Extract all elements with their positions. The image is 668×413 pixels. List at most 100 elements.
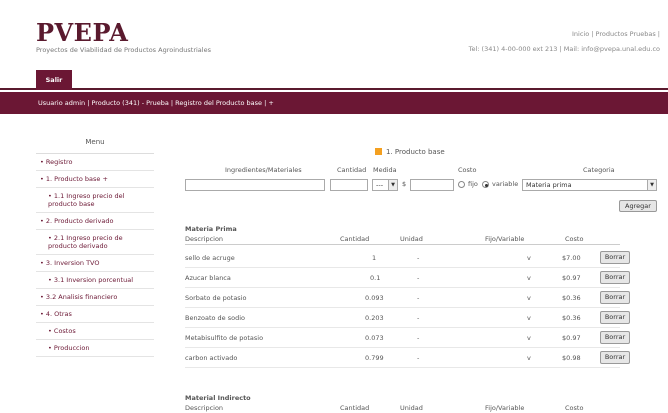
sidebar-item-inversion-porcentual[interactable]: • 3.1 Inversion porcentual xyxy=(36,272,154,289)
cell-unit: - xyxy=(417,294,420,302)
main-content: 1. Producto base Ingredientes/Materiales… xyxy=(185,140,668,413)
add-button[interactable]: Agregar xyxy=(619,200,657,212)
category-select[interactable]: Materia prima ▼ xyxy=(522,179,657,191)
sidebar-title: Menu xyxy=(36,130,154,154)
cell-unit: - xyxy=(417,334,420,342)
delete-button[interactable]: Borrar xyxy=(600,311,630,324)
cell-cost: $0.97 xyxy=(562,334,581,342)
col-cantidad: Cantidad xyxy=(340,235,370,243)
tab-bar: Salir xyxy=(0,70,668,90)
fixed-radio[interactable] xyxy=(458,181,465,188)
delete-button[interactable]: Borrar xyxy=(600,331,630,344)
indirect-materials-header: Descripcion Cantidad Unidad Fijo/Variabl… xyxy=(185,404,620,413)
table-row: Metabisulfito de potasio 0.073 - v $0.97… xyxy=(185,328,630,348)
cell-type: v xyxy=(527,294,531,302)
header-category: Categoria xyxy=(583,166,615,174)
quantity-input[interactable] xyxy=(330,179,368,191)
cell-desc: Sorbato de potasio xyxy=(185,294,247,302)
form-headers: Ingredientes/Materiales Cantidad Medida … xyxy=(185,166,668,176)
cost-input[interactable] xyxy=(410,179,454,191)
col-fijo-variable: Fijo/Variable xyxy=(485,404,525,412)
cell-cost: $0.36 xyxy=(562,314,581,322)
cell-cost: $0.98 xyxy=(562,354,581,362)
col-unidad: Unidad xyxy=(400,404,423,412)
cell-desc: Benzoato de sodio xyxy=(185,314,246,322)
sidebar-item-inversion-tvo[interactable]: • 3. Inversion TVO xyxy=(36,255,154,272)
cell-qty: 0.1 xyxy=(370,274,381,282)
chevron-down-icon: ▼ xyxy=(388,180,397,190)
sidebar-item-ingreso-precio-derivado[interactable]: • 2.1 Ingreso precio de producto derivad… xyxy=(36,230,154,255)
table-row: carbon activado 0.799 - v $0.98 Borrar xyxy=(185,348,630,368)
fixed-radio-label: fijo xyxy=(468,180,478,188)
header: PVEPA Proyectos de Viabilidad de Product… xyxy=(0,0,668,70)
delete-button[interactable]: Borrar xyxy=(600,271,630,284)
sidebar-item-otras[interactable]: • 4. Otras xyxy=(36,306,154,323)
cell-type: v xyxy=(527,334,531,342)
cell-desc: Azucar blanca xyxy=(185,274,231,282)
delete-button[interactable]: Borrar xyxy=(600,291,630,304)
cell-type: v xyxy=(527,354,531,362)
add-ingredient-form: --- ▼ $ fijo variable Materia prima ▼ xyxy=(185,179,668,193)
indirect-materials-title: Material Indirecto xyxy=(185,394,251,402)
sidebar-item-produccion[interactable]: • Produccion xyxy=(36,340,154,357)
cell-qty: 1 xyxy=(372,254,377,262)
header-ingredient: Ingredientes/Materiales xyxy=(225,166,302,174)
header-measure: Medida xyxy=(373,166,397,174)
col-descripcion: Descripcion xyxy=(185,404,224,412)
app-subtitle: Proyectos de Viabilidad de Productos Agr… xyxy=(36,46,211,54)
col-unidad: Unidad xyxy=(400,235,423,243)
cell-cost: $7.00 xyxy=(562,254,581,262)
category-select-value: Materia prima xyxy=(526,181,572,189)
section-title-text: 1. Producto base xyxy=(386,148,445,156)
chevron-down-icon: ▼ xyxy=(647,180,656,190)
cell-qty: 0.799 xyxy=(365,354,384,362)
cell-cost: $0.36 xyxy=(562,294,581,302)
col-descripcion: Descripcion xyxy=(185,235,224,243)
col-costo: Costo xyxy=(565,235,584,243)
cell-qty: 0.203 xyxy=(365,314,384,322)
contact-info: Tel: (341) 4-00-000 ext 213 | Mail: info… xyxy=(468,45,660,53)
sidebar-item-costos[interactable]: • Costos xyxy=(36,323,154,340)
breadcrumb[interactable]: Usuario admin | Producto (341) - Prueba … xyxy=(0,92,668,114)
table-row: sello de acruge 1 - v $7.00 Borrar xyxy=(185,248,630,268)
app-logo[interactable]: PVEPA xyxy=(36,18,128,47)
cell-cost: $0.97 xyxy=(562,274,581,282)
table-row: Azucar blanca 0.1 - v $0.97 Borrar xyxy=(185,268,630,288)
top-links[interactable]: Inicio | Productos Pruebas | xyxy=(572,30,660,38)
cell-unit: - xyxy=(417,274,420,282)
col-cantidad: Cantidad xyxy=(340,404,370,412)
cell-type: v xyxy=(527,314,531,322)
col-fijo-variable: Fijo/Variable xyxy=(485,235,525,243)
cell-desc: carbon activado xyxy=(185,354,238,362)
cell-qty: 0.073 xyxy=(365,334,384,342)
cell-desc: Metabisulfito de potasio xyxy=(185,334,264,342)
table-row: Sorbato de potasio 0.093 - v $0.36 Borra… xyxy=(185,288,630,308)
cell-type: v xyxy=(527,254,531,262)
sidebar-item-registro[interactable]: • Registro xyxy=(36,154,154,171)
variable-radio[interactable] xyxy=(482,181,489,188)
col-costo: Costo xyxy=(565,404,584,412)
delete-button[interactable]: Borrar xyxy=(600,251,630,264)
tab-salir[interactable]: Salir xyxy=(36,70,72,90)
cell-type: v xyxy=(527,274,531,282)
raw-materials-header: Descripcion Cantidad Unidad Fijo/Variabl… xyxy=(185,235,620,245)
delete-button[interactable]: Borrar xyxy=(600,351,630,364)
dollar-sign: $ xyxy=(402,180,407,188)
measure-select[interactable]: --- ▼ xyxy=(372,179,398,191)
sidebar-item-producto-base[interactable]: • 1. Producto base + xyxy=(36,171,154,188)
ingredient-input[interactable] xyxy=(185,179,325,191)
sidebar-item-ingreso-precio-base[interactable]: • 1.1 Ingreso precio del producto base xyxy=(36,188,154,213)
cell-unit: - xyxy=(417,254,420,262)
header-quantity: Cantidad xyxy=(337,166,367,174)
cell-unit: - xyxy=(417,314,420,322)
header-cost: Costo xyxy=(458,166,477,174)
table-row: Benzoato de sodio 0.203 - v $0.36 Borrar xyxy=(185,308,630,328)
sidebar-menu: Menu • Registro • 1. Producto base + • 1… xyxy=(36,130,154,413)
sidebar-item-analisis-financiero[interactable]: • 3.2 Analisis financiero xyxy=(36,289,154,306)
cell-qty: 0.093 xyxy=(365,294,384,302)
variable-radio-label: variable xyxy=(492,180,519,188)
cell-unit: - xyxy=(417,354,420,362)
sidebar-item-producto-derivado[interactable]: • 2. Producto derivado xyxy=(36,213,154,230)
section-title: 1. Producto base xyxy=(375,148,445,156)
orange-square-icon xyxy=(375,148,382,155)
